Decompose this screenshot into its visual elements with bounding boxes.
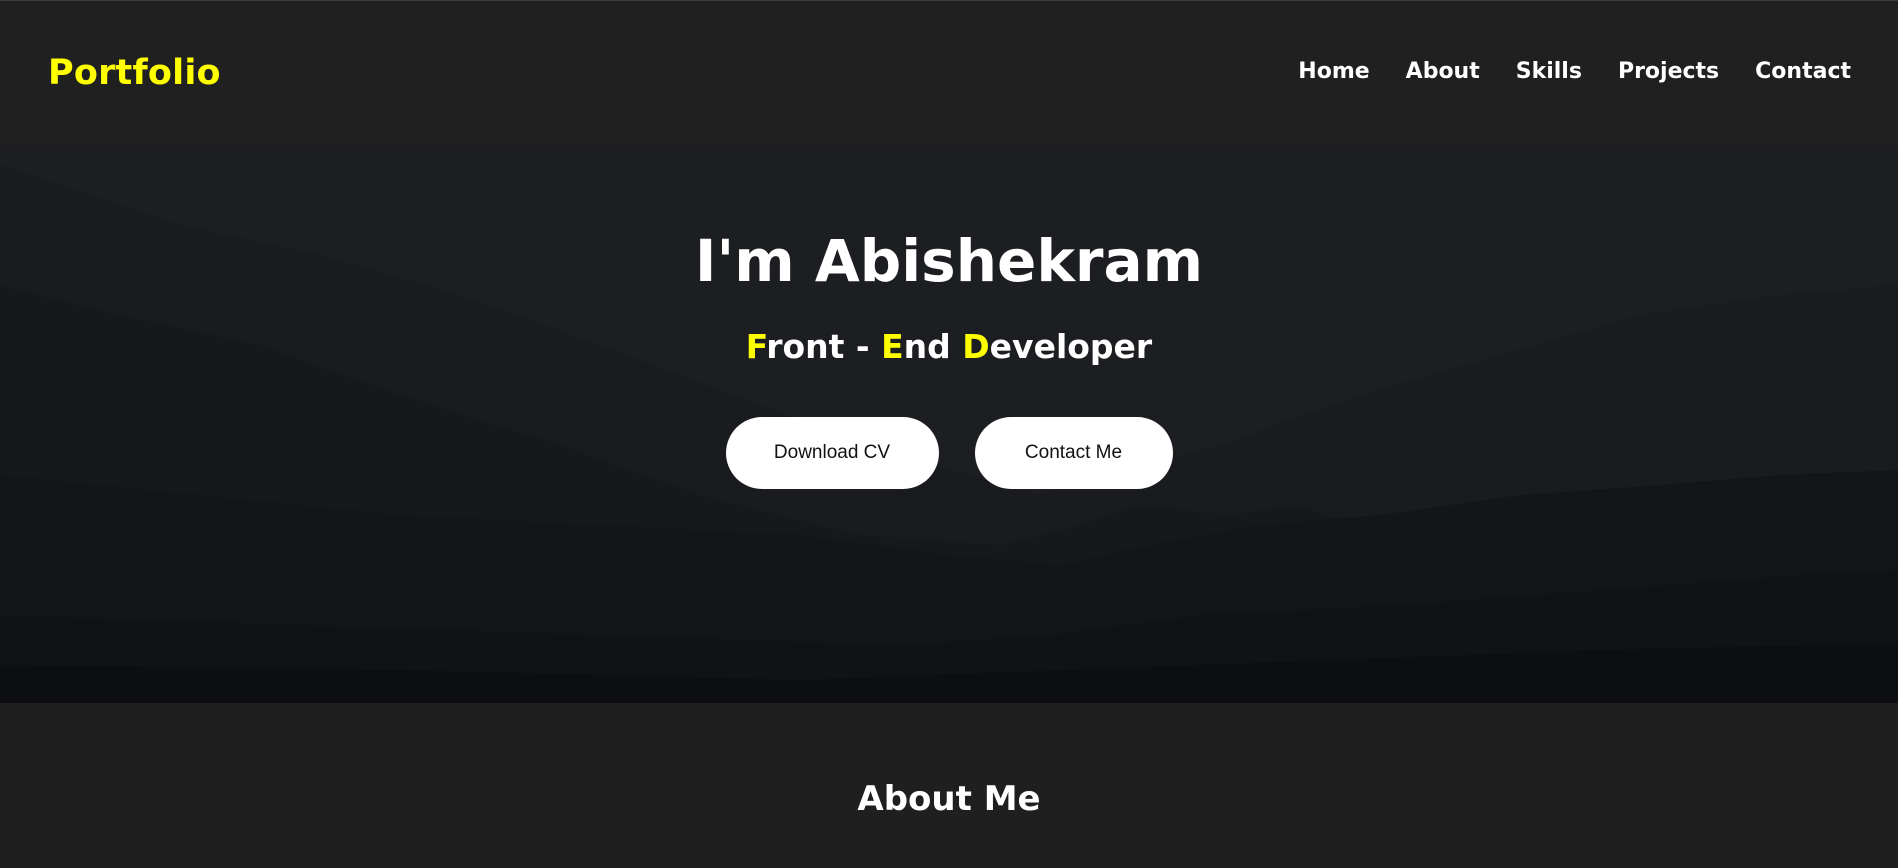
hero-button-row: Download CV Contact Me: [0, 417, 1898, 489]
nav-home-link[interactable]: Home: [1298, 59, 1369, 84]
main-nav: Home About Skills Projects Contact: [1262, 59, 1851, 84]
subtitle-text-3: eveloper: [989, 327, 1153, 366]
page: Portfolio Home About Skills Projects Con…: [0, 0, 1903, 868]
subtitle-highlight-e: E: [881, 327, 904, 366]
nav-skills-link[interactable]: Skills: [1516, 59, 1582, 84]
hero-title: I'm Abishekram: [694, 227, 1204, 295]
about-title: About Me: [857, 779, 1041, 819]
hero-section: I'm Abishekram Front - End Developer Dow…: [0, 145, 1898, 703]
site-header: Portfolio Home About Skills Projects Con…: [0, 0, 1903, 145]
nav-about-link[interactable]: About: [1406, 59, 1480, 84]
nav-projects-link[interactable]: Projects: [1618, 59, 1719, 84]
about-section: About Me: [0, 703, 1898, 868]
logo-link[interactable]: Portfolio: [48, 53, 221, 93]
hero-subtitle: Front - End Developer: [0, 327, 1898, 366]
subtitle-text-2: nd: [903, 327, 963, 366]
subtitle-highlight-f: F: [745, 327, 767, 366]
subtitle-highlight-d: D: [962, 327, 990, 366]
nav-contact-link[interactable]: Contact: [1755, 59, 1851, 84]
download-cv-button[interactable]: Download CV: [725, 417, 939, 489]
contact-me-button[interactable]: Contact Me: [974, 417, 1173, 489]
scrollbar[interactable]: [1898, 0, 1903, 868]
subtitle-text-1: ront -: [766, 327, 882, 366]
